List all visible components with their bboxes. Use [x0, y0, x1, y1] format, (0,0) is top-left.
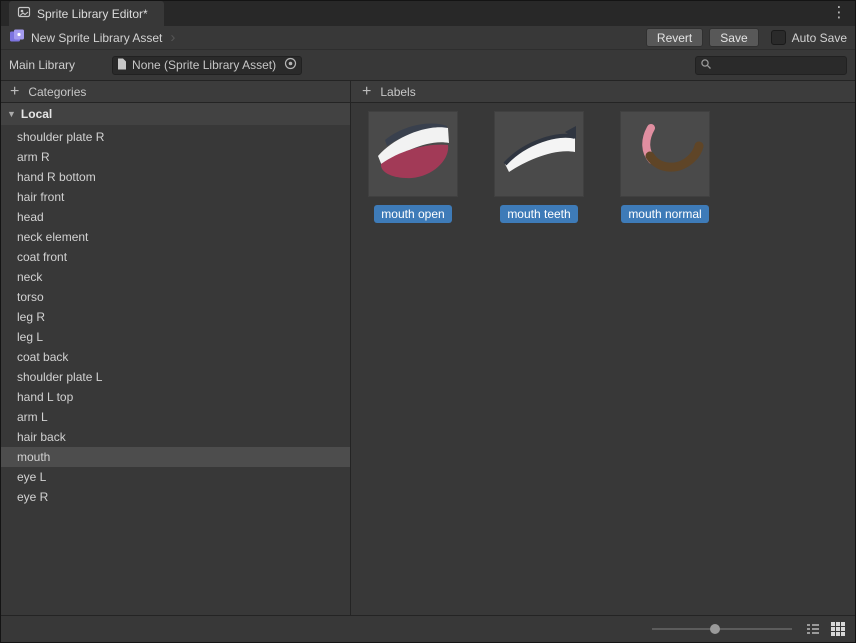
- main-library-object-field[interactable]: None (Sprite Library Asset): [112, 56, 302, 75]
- labels-header: + Labels: [351, 81, 855, 102]
- revert-button[interactable]: Revert: [646, 28, 703, 47]
- main-library-row: Main Library None (Sprite Library Asset): [1, 50, 855, 80]
- labels-title: Labels: [380, 85, 415, 99]
- slider-track[interactable]: [652, 628, 792, 630]
- label-chip[interactable]: mouth open: [374, 205, 451, 223]
- category-item[interactable]: coat back: [1, 347, 350, 367]
- sprite-thumbnail-mouth-open[interactable]: [368, 111, 458, 197]
- add-category-button[interactable]: +: [10, 85, 19, 99]
- label-card[interactable]: mouth normal: [620, 111, 710, 223]
- category-item[interactable]: hair back: [1, 427, 350, 447]
- grid-view-icon[interactable]: [830, 621, 846, 637]
- kebab-menu-icon[interactable]: ⋮: [831, 3, 847, 23]
- category-item[interactable]: hair front: [1, 187, 350, 207]
- search-icon: [700, 58, 712, 73]
- category-item[interactable]: coat front: [1, 247, 350, 267]
- search-field[interactable]: [695, 56, 847, 75]
- label-chip[interactable]: mouth normal: [621, 205, 708, 223]
- category-list: shoulder plate R arm R hand R bottom hai…: [1, 127, 350, 507]
- label-chip[interactable]: mouth teeth: [500, 205, 577, 223]
- save-button[interactable]: Save: [709, 28, 758, 47]
- tab-sprite-library-editor[interactable]: Sprite Library Editor*: [9, 1, 164, 26]
- object-field-value: None (Sprite Library Asset): [132, 58, 279, 72]
- sprite-library-tab-icon: [17, 5, 31, 22]
- asset-name-breadcrumb[interactable]: New Sprite Library Asset: [31, 31, 162, 45]
- categories-header: + Categories: [1, 81, 351, 102]
- category-item[interactable]: torso: [1, 287, 350, 307]
- category-item[interactable]: neck: [1, 267, 350, 287]
- foldout-triangle-icon: ▼: [7, 109, 16, 119]
- tab-strip: Sprite Library Editor* ⋮: [1, 1, 855, 26]
- category-item[interactable]: leg L: [1, 327, 350, 347]
- category-item[interactable]: arm R: [1, 147, 350, 167]
- categories-title: Categories: [28, 85, 86, 99]
- sprite-library-asset-icon: [9, 28, 25, 47]
- breadcrumb-chevron-icon: ›: [170, 30, 175, 45]
- thumbnail-size-slider[interactable]: [652, 622, 792, 636]
- categories-panel: ▼ Local shoulder plate R arm R hand R bo…: [1, 103, 351, 615]
- auto-save-checkbox[interactable]: [771, 30, 786, 45]
- search-input[interactable]: [712, 57, 842, 73]
- sprite-thumbnail-mouth-teeth[interactable]: [494, 111, 584, 197]
- bottom-bar: [1, 615, 855, 642]
- tab-title: Sprite Library Editor*: [37, 7, 148, 21]
- list-view-icon[interactable]: [805, 621, 821, 637]
- category-item[interactable]: neck element: [1, 227, 350, 247]
- category-item[interactable]: eye R: [1, 487, 350, 507]
- sprite-library-editor-window: Sprite Library Editor* ⋮ New Sprite Libr…: [0, 0, 856, 643]
- label-card[interactable]: mouth open: [368, 111, 458, 223]
- category-item[interactable]: arm L: [1, 407, 350, 427]
- labels-panel: mouth open mouth teeth: [351, 103, 855, 615]
- local-foldout[interactable]: ▼ Local: [1, 103, 350, 125]
- asset-doc-icon: [117, 58, 127, 73]
- panel-headers: + Categories + Labels: [1, 80, 855, 103]
- category-item[interactable]: leg R: [1, 307, 350, 327]
- object-picker-icon[interactable]: [284, 57, 297, 73]
- category-item-selected[interactable]: mouth: [1, 447, 350, 467]
- sprite-thumbnail-mouth-normal[interactable]: [620, 111, 710, 197]
- local-group-label: Local: [21, 107, 52, 121]
- main-library-label: Main Library: [9, 58, 75, 72]
- category-item[interactable]: hand R bottom: [1, 167, 350, 187]
- category-item[interactable]: head: [1, 207, 350, 227]
- add-label-button[interactable]: +: [362, 85, 371, 99]
- auto-save-label: Auto Save: [792, 31, 847, 45]
- editor-body: ▼ Local shoulder plate R arm R hand R bo…: [1, 103, 855, 615]
- category-item[interactable]: shoulder plate R: [1, 127, 350, 147]
- category-item[interactable]: shoulder plate L: [1, 367, 350, 387]
- slider-thumb[interactable]: [710, 624, 720, 634]
- category-item[interactable]: hand L top: [1, 387, 350, 407]
- toolbar: New Sprite Library Asset › Revert Save A…: [1, 26, 855, 50]
- category-item[interactable]: eye L: [1, 467, 350, 487]
- label-card[interactable]: mouth teeth: [494, 111, 584, 223]
